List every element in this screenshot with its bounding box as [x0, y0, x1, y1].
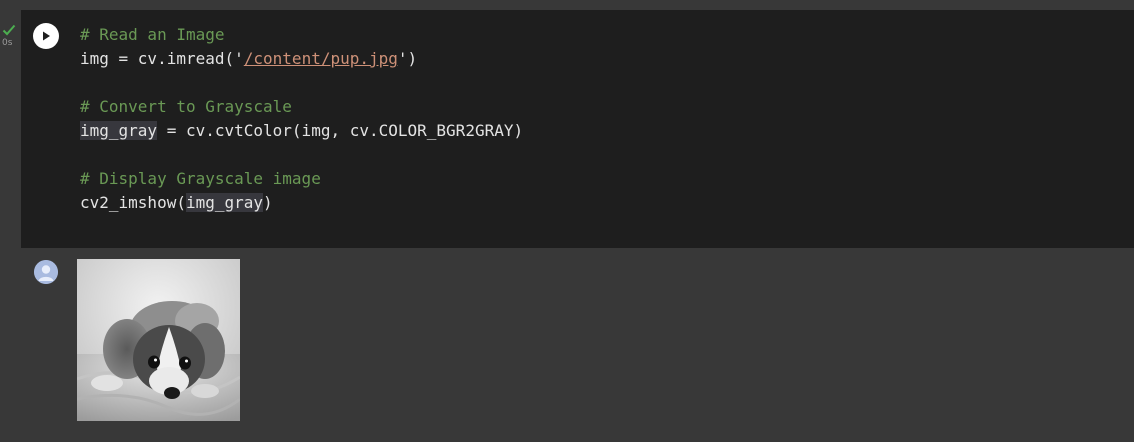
code-line: img = cv.imread('/content/pup.jpg')	[80, 49, 418, 68]
cell-output	[21, 248, 1134, 442]
avatar-icon	[34, 260, 58, 284]
cell-status: 0s	[0, 22, 18, 48]
code-comment: # Convert to Grayscale	[80, 97, 292, 116]
execution-time: 0s	[2, 38, 13, 48]
notebook-page: 0s # Read an Image img = cv.imread('/cont…	[0, 0, 1134, 442]
string-literal: /content/pup.jpg	[243, 49, 398, 68]
highlighted-variable: img_gray	[185, 193, 264, 212]
code-line: img_gray = cv.cvtColor(img, cv.COLOR_BGR…	[80, 121, 524, 140]
code-line: cv2_imshow(img_gray)	[80, 193, 273, 212]
code-cell[interactable]: # Read an Image img = cv.imread('/content…	[21, 10, 1134, 248]
output-image	[77, 259, 240, 421]
code-editor[interactable]: # Read an Image img = cv.imread('/content…	[80, 23, 523, 215]
code-comment: # Display Grayscale image	[80, 169, 321, 188]
puppy-image	[77, 259, 240, 421]
run-cell-button[interactable]	[33, 23, 59, 49]
play-icon	[43, 31, 50, 41]
highlighted-variable: img_gray	[80, 121, 158, 140]
code-comment: # Read an Image	[80, 25, 225, 44]
check-icon	[2, 24, 16, 36]
